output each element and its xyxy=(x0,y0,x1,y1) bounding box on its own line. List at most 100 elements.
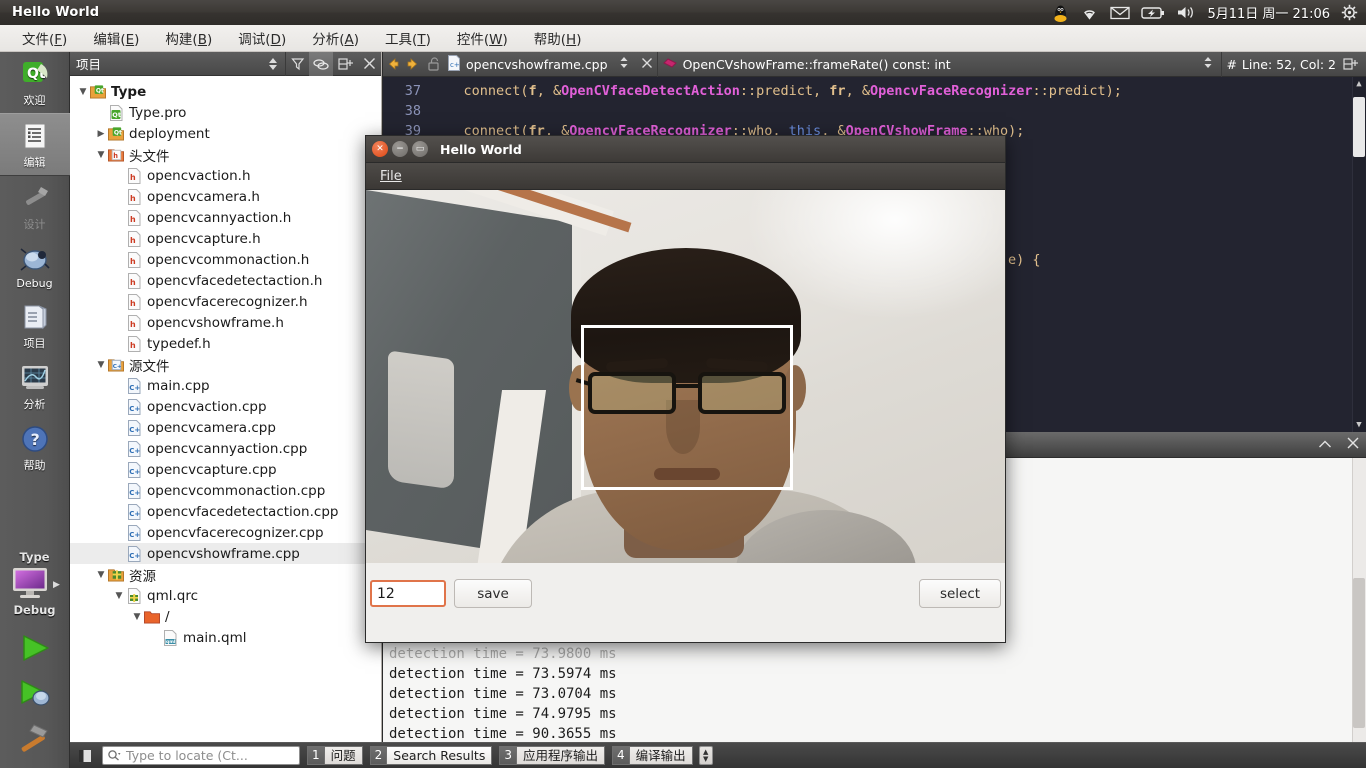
tree-item[interactable]: ▶hopencvcommonaction.h xyxy=(70,249,381,270)
close-icon[interactable]: ✕ xyxy=(372,141,388,157)
output-scroll-thumb[interactable] xyxy=(1353,578,1365,728)
mode-项目[interactable]: 项目 xyxy=(0,295,70,356)
tree-item[interactable]: ▼ C+ 源文件 xyxy=(70,354,381,375)
locator-input[interactable]: Type to locate (Ct... xyxy=(102,746,300,765)
minimize-icon[interactable]: − xyxy=(392,141,408,157)
tree-item[interactable]: ▶hopencvshowframe.h xyxy=(70,312,381,333)
hello-world-dialog[interactable]: ✕ − ▭ Hello World File 12 save select xyxy=(365,135,1006,643)
active-window-title: Hello World xyxy=(12,5,100,20)
tree-item[interactable]: ▼ h 头文件 xyxy=(70,144,381,165)
output-tab-3[interactable]: 3 应用程序输出 xyxy=(499,746,606,766)
battery-icon[interactable] xyxy=(1141,6,1165,20)
system-clock[interactable]: 5月11日 周一 21:06 xyxy=(1207,3,1330,22)
tree-item[interactable]: ▼ Qt Type xyxy=(70,81,381,102)
tree-item[interactable]: ▶C+opencvaction.cpp xyxy=(70,396,381,417)
tree-item[interactable]: ▶hopencvfacedetectaction.h xyxy=(70,270,381,291)
tree-item[interactable]: ▶C+opencvfacedetectaction.cpp xyxy=(70,501,381,522)
tree-item[interactable]: ▶hopencvcannyaction.h xyxy=(70,207,381,228)
symbol-combo[interactable]: OpenCVshowFrame::frameRate() const: int xyxy=(658,52,1222,77)
mode-Debug[interactable]: Debug xyxy=(0,237,70,295)
chevron-down-icon[interactable]: ▼ xyxy=(94,360,108,370)
volume-icon[interactable] xyxy=(1176,5,1196,20)
output-tab-1[interactable]: 1 问题 xyxy=(307,746,363,766)
sidebar-toggle-icon[interactable] xyxy=(76,747,94,765)
wifi-icon[interactable] xyxy=(1080,5,1099,20)
split-add-icon[interactable] xyxy=(333,52,357,76)
tree-item[interactable]: ▶C+main.cpp xyxy=(70,375,381,396)
close-file-icon[interactable] xyxy=(641,57,653,72)
tree-item[interactable]: ▶hopencvfacerecognizer.h xyxy=(70,291,381,312)
menu-item-5[interactable]: 工具(T) xyxy=(373,25,443,51)
tree-item[interactable]: ▶htypedef.h xyxy=(70,333,381,354)
linux-penguin-icon[interactable] xyxy=(1052,4,1069,22)
chevron-down-icon[interactable]: ▼ xyxy=(76,87,90,97)
forward-arrow-icon[interactable] xyxy=(403,52,423,77)
chevron-up-icon[interactable] xyxy=(1318,438,1332,452)
build-button[interactable] xyxy=(14,717,56,762)
label-id-input[interactable]: 12 xyxy=(370,580,446,607)
maximize-icon[interactable]: ▭ xyxy=(412,141,428,157)
select-button[interactable]: select xyxy=(919,579,1001,608)
output-tab-2[interactable]: 2 Search Results xyxy=(369,746,493,766)
tree-item[interactable]: ▶C+opencvcamera.cpp xyxy=(70,417,381,438)
sort-updown-icon[interactable] xyxy=(261,52,285,76)
menu-item-2[interactable]: 构建(B) xyxy=(153,25,224,51)
mail-icon[interactable] xyxy=(1110,6,1131,20)
gear-icon[interactable] xyxy=(1341,4,1358,21)
save-button[interactable]: save xyxy=(454,579,532,608)
tree-item[interactable]: ▶QtType.pro xyxy=(70,102,381,123)
filter-icon[interactable] xyxy=(285,51,309,76)
back-arrow-icon[interactable] xyxy=(383,52,403,77)
line-column-indicator[interactable]: # Line: 52, Col: 2 xyxy=(1222,52,1340,77)
menu-item-6[interactable]: 控件(W) xyxy=(445,25,520,51)
tree-item[interactable]: ▶qmlmain.qml xyxy=(70,627,381,648)
menu-item-1[interactable]: 编辑(E) xyxy=(81,25,151,51)
chevron-right-icon[interactable]: ▶ xyxy=(94,129,108,139)
chevron-updown-icon-symbol[interactable] xyxy=(1203,56,1213,72)
tree-item[interactable]: ▶C+opencvcannyaction.cpp xyxy=(70,438,381,459)
project-tree[interactable]: ▼QtType▶QtType.pro▶Qtdeployment▼h头文件▶hop… xyxy=(70,76,381,648)
dialog-menu-file[interactable]: File xyxy=(372,167,410,186)
output-tab-4[interactable]: 4 编译输出 xyxy=(612,746,693,766)
mode-分析[interactable]: 分析 xyxy=(0,356,70,417)
tree-item[interactable]: ▶hopencvcamera.h xyxy=(70,186,381,207)
close-icon[interactable] xyxy=(1346,436,1360,453)
tree-item[interactable]: ▼ qml.qrc xyxy=(70,585,381,606)
run-button[interactable] xyxy=(14,627,56,672)
chevron-down-icon[interactable]: ▼ xyxy=(94,570,108,580)
mode-编辑[interactable]: 编辑 xyxy=(0,113,70,176)
output-vertical-scrollbar[interactable] xyxy=(1352,458,1366,742)
dialog-titlebar[interactable]: ✕ − ▭ Hello World xyxy=(366,136,1005,163)
mode-帮助[interactable]: ? 帮助 xyxy=(0,417,70,478)
kit-selector[interactable]: ▶ xyxy=(9,566,60,603)
scroll-down-icon[interactable]: ▼ xyxy=(1353,418,1365,432)
chevron-updown-icon[interactable] xyxy=(619,56,629,72)
link-sync-icon[interactable] xyxy=(309,51,333,76)
chevron-down-icon[interactable]: ▼ xyxy=(130,612,144,622)
tree-item[interactable]: ▶hopencvaction.h xyxy=(70,165,381,186)
tree-item[interactable]: ▶C+opencvshowframe.cpp xyxy=(70,543,381,564)
chevron-down-icon[interactable]: ▼ xyxy=(112,591,126,601)
editor-scroll-thumb[interactable] xyxy=(1353,97,1365,157)
updown-spinner-icon[interactable]: ▲ ▼ xyxy=(698,746,713,765)
mode-欢迎[interactable]: Qt 欢迎 xyxy=(0,52,70,113)
close-icon[interactable] xyxy=(357,52,381,76)
chevron-down-icon[interactable]: ▼ xyxy=(94,150,108,160)
menu-item-4[interactable]: 分析(A) xyxy=(300,25,371,51)
tree-item[interactable]: ▼ 资源 xyxy=(70,564,381,585)
tree-item[interactable]: ▶C+opencvcommonaction.cpp xyxy=(70,480,381,501)
tree-item[interactable]: ▶ Qt deployment xyxy=(70,123,381,144)
scroll-up-icon[interactable]: ▲ xyxy=(1353,77,1365,91)
split-editor-icon[interactable] xyxy=(1340,52,1360,77)
debug-button[interactable] xyxy=(14,672,56,717)
open-file-combo[interactable]: c+ opencvshowframe.cpp xyxy=(443,52,657,77)
menu-item-0[interactable]: 文件(F) xyxy=(10,25,79,51)
unlocked-icon[interactable] xyxy=(423,52,443,77)
menu-item-3[interactable]: 调试(D) xyxy=(226,25,298,51)
menu-item-7[interactable]: 帮助(H) xyxy=(522,25,594,51)
tree-item[interactable]: ▼ / xyxy=(70,606,381,627)
tree-item[interactable]: ▶C+opencvcapture.cpp xyxy=(70,459,381,480)
editor-vertical-scrollbar[interactable]: ▲ ▼ xyxy=(1352,77,1366,432)
tree-item[interactable]: ▶hopencvcapture.h xyxy=(70,228,381,249)
tree-item[interactable]: ▶C+opencvfacerecognizer.cpp xyxy=(70,522,381,543)
